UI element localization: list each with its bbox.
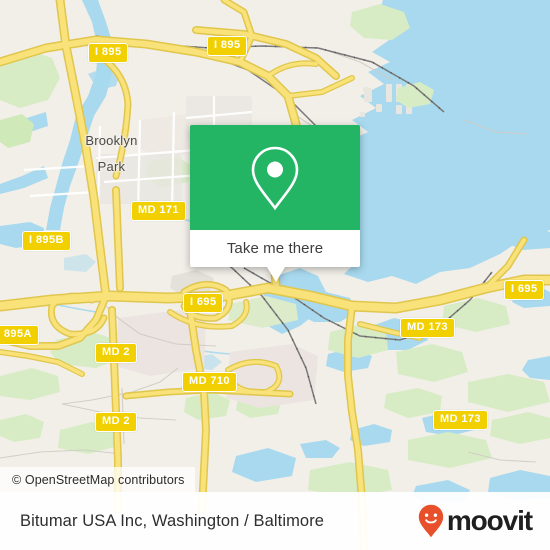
osm-attribution[interactable]: © OpenStreetMap contributors <box>0 467 195 493</box>
shield-i-895-east[interactable]: I 895 <box>207 36 248 56</box>
map-pin-icon <box>251 146 299 210</box>
location-popup-card[interactable]: Take me there <box>190 125 360 282</box>
footer-bar: Bitumar USA Inc, Washington / Baltimore … <box>0 492 550 550</box>
shield-md-710[interactable]: MD 710 <box>182 372 237 392</box>
popup-tail <box>267 267 285 282</box>
shield-i-895b[interactable]: I 895B <box>22 231 71 251</box>
take-me-there-label: Take me there <box>226 240 324 257</box>
shield-md-171[interactable]: MD 171 <box>131 201 186 221</box>
moovit-wordmark: moovit <box>446 505 533 536</box>
location-title: Bitumar USA Inc, Washington / Baltimore <box>20 511 325 530</box>
take-me-there-button[interactable]: Take me there <box>190 230 360 267</box>
osm-attribution-text: © OpenStreetMap contributors <box>12 473 185 487</box>
shield-md-2-lower[interactable]: MD 2 <box>95 412 137 432</box>
shield-md-2-upper[interactable]: MD 2 <box>95 343 137 363</box>
moovit-logo[interactable]: moovit <box>418 504 533 538</box>
shield-i-895-west[interactable]: I 895 <box>88 43 129 63</box>
popup-marker-panel <box>190 125 360 230</box>
shield-md-173-bottom[interactable]: MD 173 <box>433 410 488 430</box>
shield-i-695-right[interactable]: I 695 <box>504 280 545 300</box>
shield-md-173-top[interactable]: MD 173 <box>400 318 455 338</box>
shield-i-695-left[interactable]: I 695 <box>183 293 224 313</box>
moovit-smiley-pin-icon <box>418 504 444 538</box>
shield-i-895a[interactable]: I 895A <box>0 325 39 345</box>
moovit-map-screenshot: Brooklyn Park I 895 I 895 MD 171 I 895B … <box>0 0 550 550</box>
